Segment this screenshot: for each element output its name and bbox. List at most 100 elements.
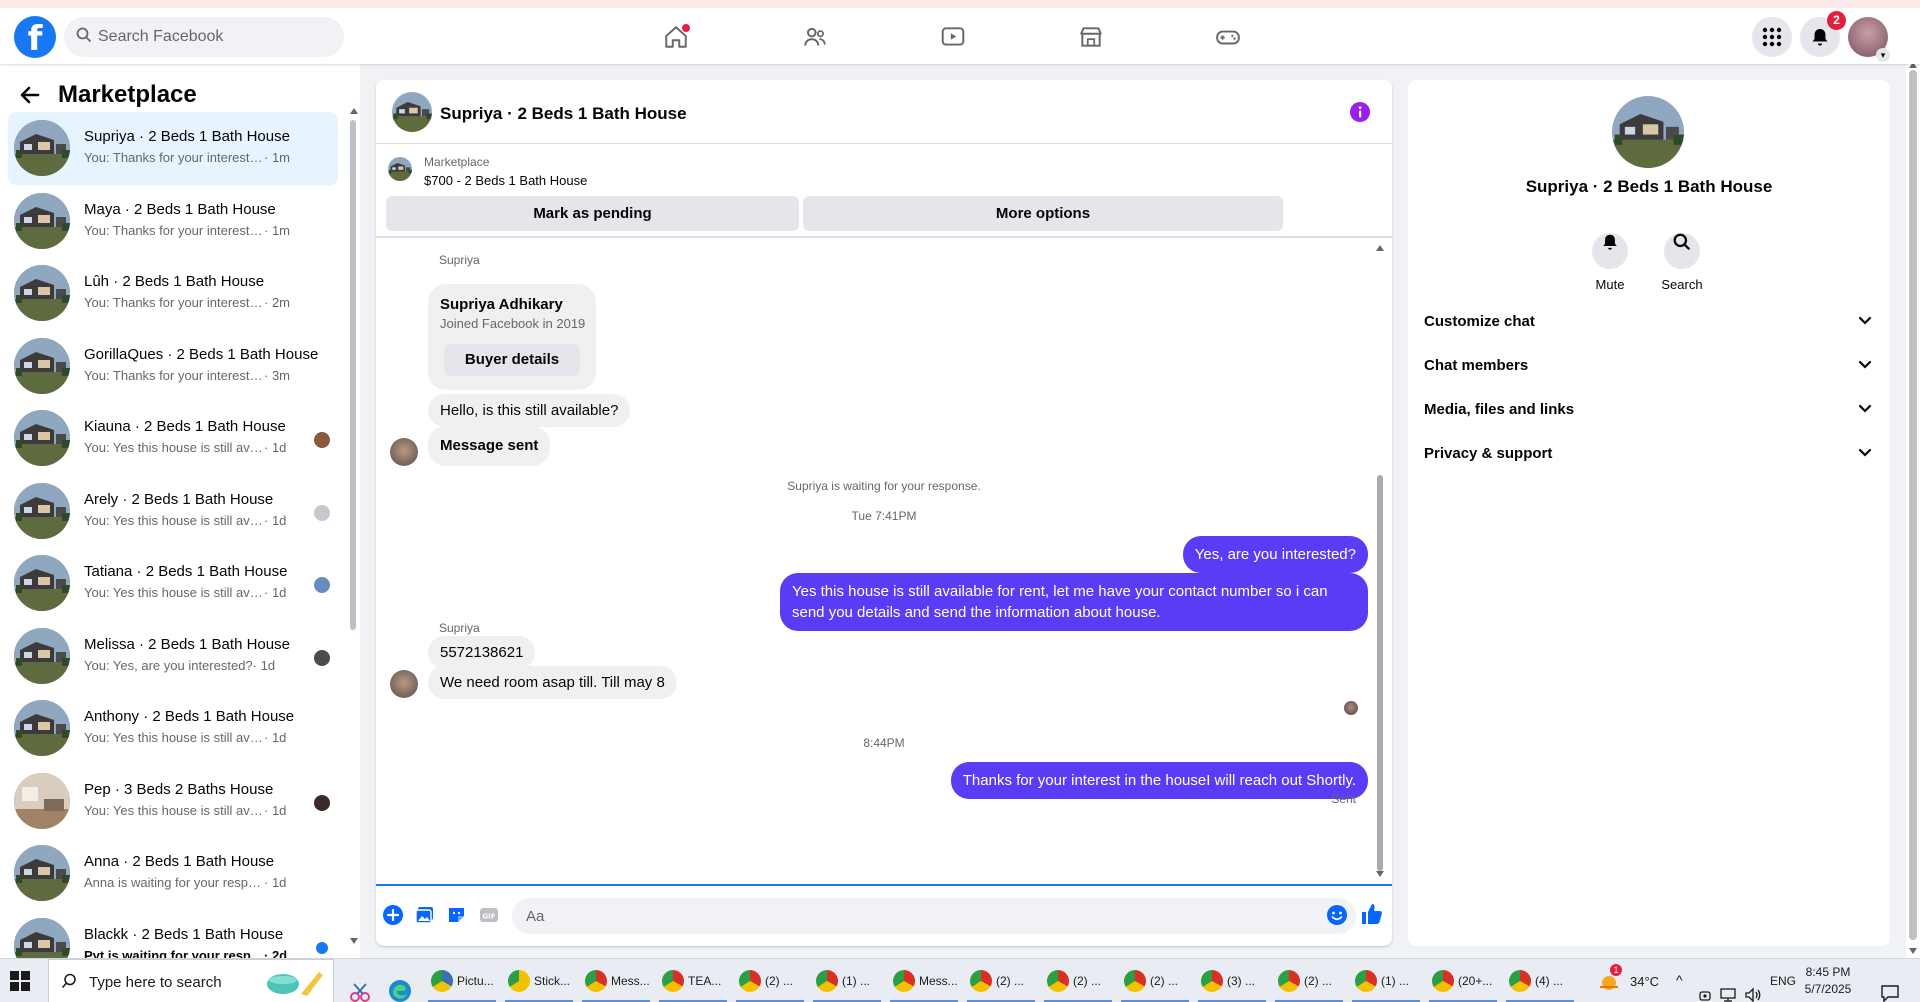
scroll-down-arrow[interactable]	[350, 938, 358, 944]
chat-scrollbar[interactable]	[1375, 245, 1385, 877]
photo-icon[interactable]	[414, 904, 436, 926]
emoji-icon[interactable]	[1326, 904, 1348, 926]
chat-title[interactable]: Supriya · 2 Beds 1 Bath House	[440, 104, 687, 124]
taskbar-app[interactable]: (2) ...	[1272, 959, 1346, 1002]
taskbar-app[interactable]: (3) ...	[1195, 959, 1269, 1002]
outgoing-message[interactable]: Yes, are you interested?	[1182, 536, 1368, 573]
menu-button[interactable]	[1752, 17, 1792, 57]
chat-listing-thumbnail[interactable]	[392, 92, 432, 132]
taskbar-app[interactable]: (2) ...	[1041, 959, 1115, 1002]
listing-thumbnail[interactable]	[388, 157, 412, 181]
window-scrollbar[interactable]	[1906, 62, 1920, 958]
scroll-down-arrow[interactable]	[1909, 948, 1917, 954]
details-section-3[interactable]: Privacy & support	[1416, 432, 1882, 476]
app-label: (2) ...	[1150, 974, 1179, 988]
taskbar-app[interactable]: Pictu...	[425, 959, 499, 1002]
nav-tab-marketplace[interactable]	[1073, 20, 1109, 54]
buyer-details-button[interactable]: Buyer details	[444, 344, 580, 376]
search-input[interactable]	[98, 17, 328, 57]
taskbar-app[interactable]: Mess...	[887, 959, 961, 1002]
mark-as-pending-button[interactable]: Mark as pending	[386, 196, 799, 231]
conversation-item[interactable]: Melissa · 2 Beds 1 Bath House You: Yes, a…	[8, 620, 338, 693]
conversation-item[interactable]: Arely · 2 Beds 1 Bath House You: Yes this…	[8, 475, 338, 548]
taskbar-search[interactable]: Type here to search	[48, 959, 334, 1002]
taskbar-app[interactable]: Mess...	[579, 959, 653, 1002]
app-icon	[1432, 970, 1454, 992]
message-sent-card[interactable]: Message sent	[428, 426, 551, 466]
network-icon[interactable]	[1720, 973, 1736, 1002]
gif-icon[interactable]: GIF	[478, 904, 500, 926]
message-input[interactable]	[526, 898, 1306, 934]
details-listing-thumbnail[interactable]	[1612, 96, 1684, 168]
conversation-item[interactable]: Blackk · 2 Beds 1 Bath House Pyt is waiti…	[8, 910, 338, 958]
tray-chevron-icon[interactable]: ^	[1676, 972, 1683, 1002]
incoming-message[interactable]: 5572138621	[428, 636, 536, 669]
taskbar-app[interactable]: (20+...	[1426, 959, 1500, 1002]
conversation-item[interactable]: Maya · 2 Beds 1 Bath House You: Thanks fo…	[8, 185, 338, 258]
scrollbar-thumb[interactable]	[1909, 70, 1917, 940]
nav-tab-watch[interactable]	[935, 20, 971, 54]
sticker-icon[interactable]	[446, 904, 468, 926]
taskbar-clock[interactable]: 8:45 PM 5/7/2025	[1788, 964, 1868, 998]
nav-tab-friends[interactable]	[797, 20, 833, 54]
scroll-up-arrow[interactable]	[1376, 245, 1384, 251]
meet-now-icon[interactable]	[1698, 974, 1712, 1002]
facebook-logo[interactable]: f	[14, 16, 56, 58]
windows-start-icon[interactable]	[10, 971, 30, 991]
taskbar-app[interactable]: (1) ...	[1349, 959, 1423, 1002]
edge-browser-icon[interactable]	[388, 969, 412, 1002]
incoming-message[interactable]: Hello, is this still available?	[428, 394, 631, 427]
conversation-item[interactable]: GorillaQues · 2 Beds 1 Bath House You: Th…	[8, 330, 338, 403]
taskbar-app[interactable]: (2) ...	[733, 959, 807, 1002]
volume-icon[interactable]	[1744, 973, 1762, 1002]
plus-circle-icon[interactable]	[382, 904, 404, 926]
sender-avatar[interactable]	[390, 670, 418, 698]
section-label: Privacy & support	[1424, 445, 1553, 462]
nav-tab-home[interactable]	[658, 20, 694, 54]
sender-avatar[interactable]	[390, 438, 418, 466]
weather-temp[interactable]: 34°C	[1630, 974, 1659, 1002]
message-input-box[interactable]	[512, 898, 1356, 934]
outgoing-message[interactable]: Yes this house is still available for re…	[780, 573, 1368, 631]
details-section-2[interactable]: Media, files and links	[1416, 388, 1882, 432]
conversation-list-scrollbar[interactable]	[349, 104, 358, 949]
search-facebook-box[interactable]	[64, 17, 344, 57]
scroll-down-arrow[interactable]	[1376, 871, 1384, 877]
home-new-dot	[682, 24, 690, 32]
taskbar-app[interactable]: (1) ...	[810, 959, 884, 1002]
notification-center-icon[interactable]	[1880, 971, 1900, 1002]
taskbar-app[interactable]: (2) ...	[1118, 959, 1192, 1002]
buyer-name[interactable]: Supriya Adhikary	[440, 296, 563, 313]
chat-window: Supriya · 2 Beds 1 Bath House Marketplac…	[376, 80, 1392, 946]
thumbs-up-icon[interactable]	[1360, 902, 1384, 926]
snipping-tool-icon[interactable]	[348, 971, 372, 1002]
conversation-item[interactable]: Anthony · 2 Beds 1 Bath House You: Yes th…	[8, 692, 338, 765]
scrollbar-thumb[interactable]	[350, 120, 356, 630]
conversation-item[interactable]: Tatiana · 2 Beds 1 Bath House You: Yes th…	[8, 547, 338, 620]
taskbar-app[interactable]: TEA...	[656, 959, 730, 1002]
info-icon[interactable]	[1350, 102, 1370, 122]
taskbar-app[interactable]: (2) ...	[964, 959, 1038, 1002]
conversation-item[interactable]: Pep · 3 Beds 2 Baths House You: Yes this …	[8, 765, 338, 838]
notifications-button[interactable]: 2	[1800, 11, 1846, 57]
taskbar-app[interactable]: Stick...	[502, 959, 576, 1002]
conversation-item[interactable]: Kiauna · 2 Beds 1 Bath House You: Yes thi…	[8, 402, 338, 475]
details-title[interactable]: Supriya · 2 Beds 1 Bath House	[1408, 177, 1890, 197]
listing-price[interactable]: $700 - 2 Beds 1 Bath House	[424, 173, 587, 188]
conversation-item[interactable]: Lûh · 2 Beds 1 Bath House You: Thanks for…	[8, 257, 338, 330]
more-options-button[interactable]: More options	[803, 196, 1283, 231]
details-section-1[interactable]: Chat members	[1416, 344, 1882, 388]
scrollbar-thumb[interactable]	[1377, 475, 1383, 871]
conversation-item[interactable]: Anna · 2 Beds 1 Bath House Anna is waitin…	[8, 837, 338, 910]
conversation-item[interactable]: Supriya · 2 Beds 1 Bath House You: Thanks…	[8, 112, 338, 185]
outgoing-message[interactable]: Thanks for your interest in the houseI w…	[950, 762, 1368, 799]
nav-tab-gaming[interactable]	[1210, 20, 1246, 54]
scroll-up-arrow[interactable]	[350, 108, 358, 114]
mute-action[interactable]: Mute	[1580, 224, 1640, 292]
incoming-message[interactable]: We need room asap till. Till may 8	[428, 666, 677, 699]
details-section-0[interactable]: Customize chat	[1416, 300, 1882, 344]
search-action[interactable]: Search	[1652, 224, 1712, 292]
back-arrow-icon[interactable]	[20, 85, 40, 105]
taskbar-app[interactable]: (4) ...	[1503, 959, 1577, 1002]
account-chevron-icon[interactable]: ▾	[1876, 48, 1890, 62]
